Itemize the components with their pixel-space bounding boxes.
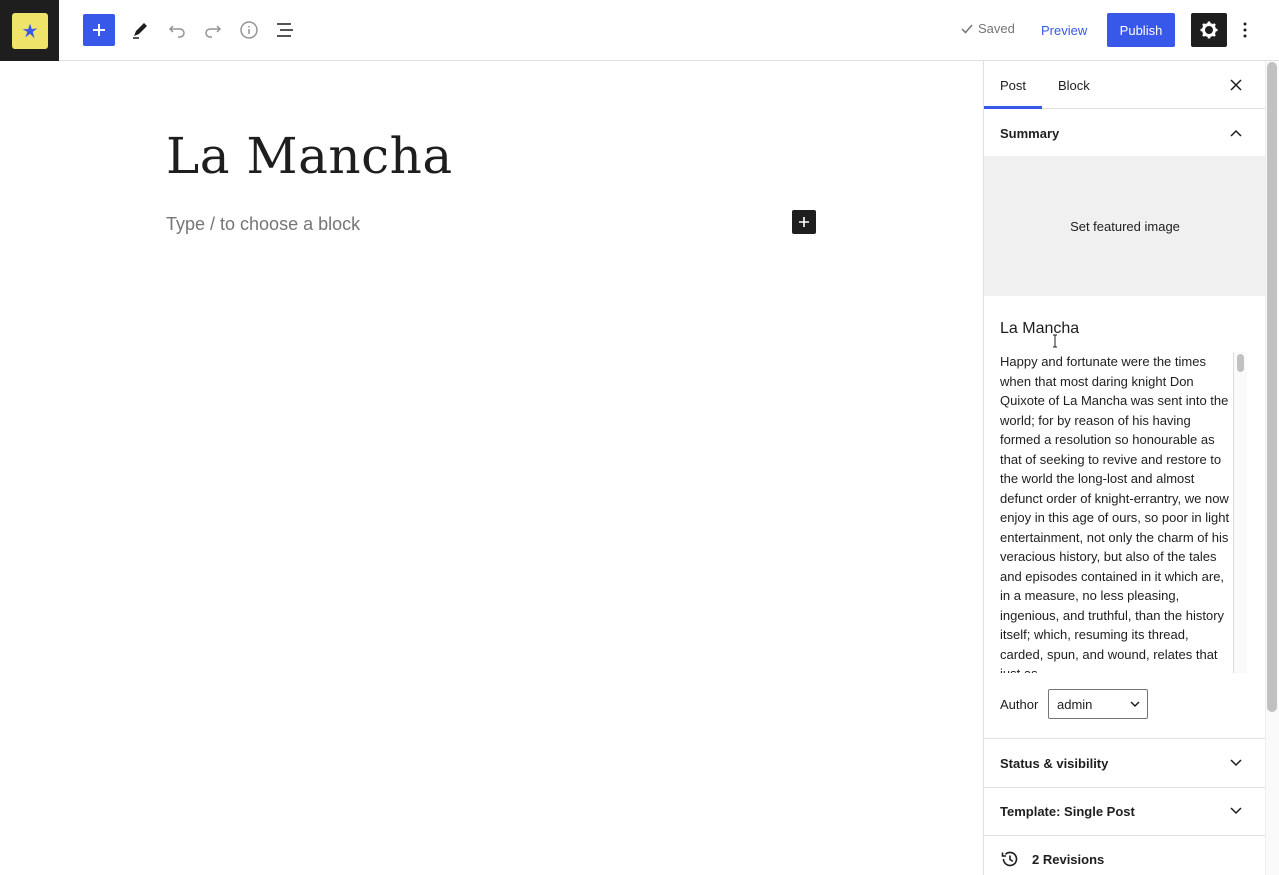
redo-icon: [205, 25, 222, 38]
post-title[interactable]: La Mancha: [166, 127, 453, 185]
gear-icon: [1200, 21, 1218, 39]
chevron-down-icon: [1228, 803, 1244, 819]
redo-button[interactable]: [197, 12, 229, 48]
excerpt-scrollbar[interactable]: [1233, 352, 1247, 673]
preview-button[interactable]: Preview: [1031, 14, 1097, 46]
set-featured-image-button[interactable]: Set featured image: [984, 156, 1265, 296]
site-icon-button[interactable]: [0, 0, 59, 61]
author-value: admin: [1057, 696, 1093, 712]
settings-sidebar: Post Block Summary Set featured image La…: [983, 61, 1265, 875]
summary-panel-toggle[interactable]: Summary: [984, 109, 1265, 157]
pencil-icon: [133, 23, 147, 39]
details-button[interactable]: [233, 12, 265, 48]
info-icon: [240, 21, 258, 39]
author-label: Author: [1000, 697, 1039, 712]
chevron-down-icon: [1228, 755, 1244, 771]
chevron-down-icon: [1130, 701, 1140, 708]
publish-button[interactable]: Publish: [1107, 13, 1175, 47]
author-select[interactable]: admin: [1048, 689, 1148, 719]
add-block-button[interactable]: [83, 14, 115, 46]
tools-button[interactable]: [124, 12, 156, 48]
plus-icon: [93, 24, 105, 36]
chevron-up-icon: [1228, 125, 1244, 141]
editor-header: Saved Preview Publish: [0, 0, 1279, 61]
block-placeholder[interactable]: Type / to choose a block: [166, 214, 360, 235]
list-view-button[interactable]: [269, 12, 301, 48]
excerpt-text: Happy and fortunate were the times when …: [1000, 354, 1230, 673]
saved-label: Saved: [978, 21, 1015, 36]
history-icon: [1001, 851, 1018, 867]
sidebar-tabs: Post Block: [984, 61, 1265, 109]
check-icon: [961, 24, 973, 34]
undo-icon: [168, 25, 185, 38]
plus-icon: [799, 217, 809, 227]
inline-add-block-button[interactable]: [792, 210, 816, 234]
undo-button[interactable]: [161, 12, 193, 48]
options-button[interactable]: [1233, 14, 1257, 46]
status-visibility-panel-toggle[interactable]: Status & visibility: [984, 739, 1265, 787]
kebab-icon: [1243, 22, 1247, 38]
excerpt-field[interactable]: Happy and fortunate were the times when …: [1000, 352, 1234, 673]
template-panel-toggle[interactable]: Template: Single Post: [984, 787, 1265, 835]
summary-heading: Summary: [1000, 125, 1060, 141]
template-heading: Template: Single Post: [1000, 803, 1135, 819]
sidebar-scrollbar-thumb[interactable]: [1267, 62, 1277, 712]
close-icon: [1230, 79, 1242, 91]
editor-canvas[interactable]: La Mancha Type / to choose a block: [0, 61, 983, 875]
saved-status: Saved: [960, 21, 1015, 36]
excerpt-scrollbar-thumb[interactable]: [1237, 354, 1244, 372]
settings-button[interactable]: [1191, 13, 1227, 47]
revisions-button[interactable]: 2 Revisions: [984, 835, 1265, 875]
text-cursor-icon: [1053, 334, 1057, 348]
list-view-icon: [277, 23, 293, 37]
wordpress-site-icon: [11, 12, 48, 49]
featured-image-label: Set featured image: [1070, 218, 1180, 234]
summary-post-title[interactable]: La Mancha: [1000, 320, 1079, 338]
tab-block[interactable]: Block: [1058, 61, 1090, 109]
revisions-label: 2 Revisions: [1032, 851, 1105, 867]
tab-post[interactable]: Post: [984, 61, 1042, 109]
status-visibility-heading: Status & visibility: [1000, 755, 1109, 771]
close-sidebar-button[interactable]: [1224, 73, 1248, 97]
